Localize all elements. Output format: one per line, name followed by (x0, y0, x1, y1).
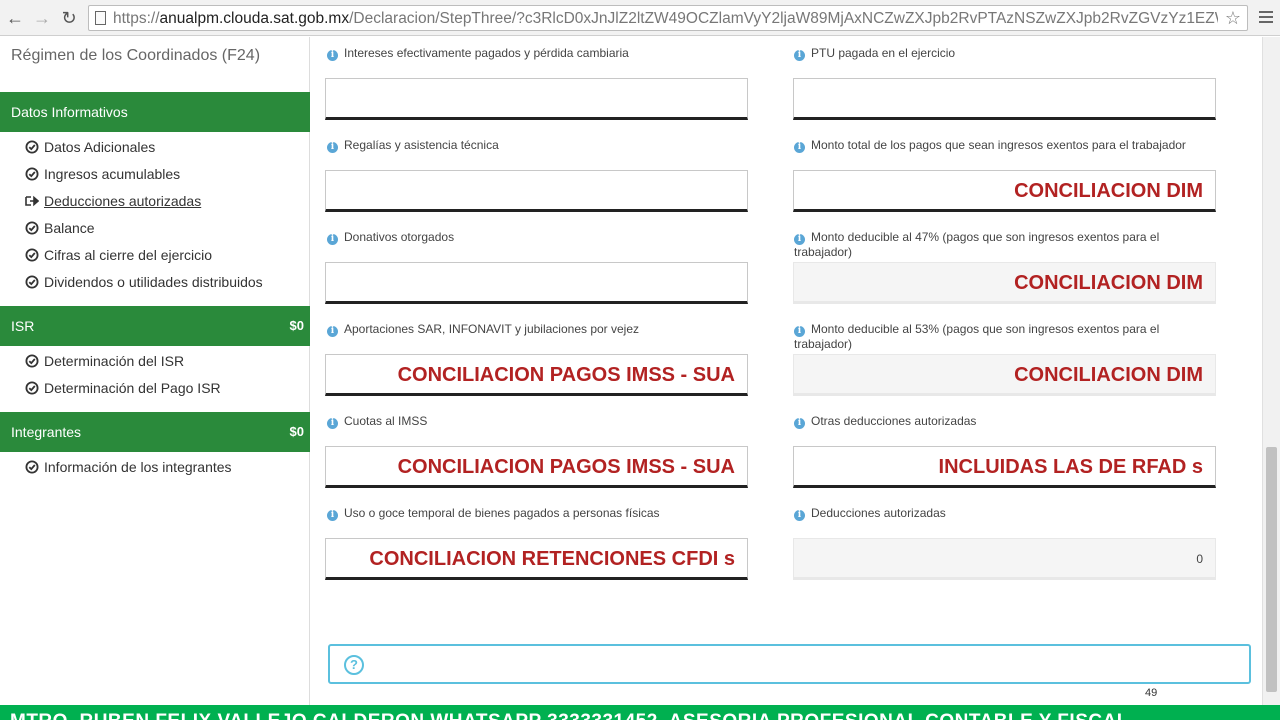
footer-banner: MTRO. RUBEN FELIX VALLEJO CALDERON WHATS… (0, 705, 1280, 720)
info-icon[interactable]: i (327, 326, 338, 337)
sidebar-item-label: Información de los integrantes (44, 459, 232, 475)
check-circle-icon (25, 275, 39, 289)
otras-deducciones-input[interactable]: INCLUIDAS LAS DE RFAD s (793, 446, 1216, 488)
help-panel: ? (328, 644, 1251, 684)
field-label: i Intereses efectivamente pagados y pérdi… (327, 46, 629, 61)
info-icon[interactable]: i (794, 50, 805, 61)
sidebar-item-label: Deducciones autorizadas (44, 193, 202, 209)
arrow-right-icon (25, 195, 39, 207)
info-icon[interactable]: i (794, 510, 805, 521)
sidebar-item-label: Dividendos o utilidades distribuidos (44, 274, 263, 290)
section-integrantes[interactable]: Integrantes $0 (0, 412, 310, 452)
info-icon[interactable]: i (327, 142, 338, 153)
info-icon[interactable]: i (794, 234, 805, 245)
banner-text: MTRO. RUBEN FELIX VALLEJO CALDERON WHATS… (10, 711, 1129, 720)
donativos-input[interactable] (325, 262, 748, 304)
info-icon[interactable]: i (794, 418, 805, 429)
uso-goce-bienes-input[interactable]: CONCILIACION RETENCIONES CFDI s (325, 538, 748, 580)
field-label: i Otras deducciones autorizadas (794, 414, 976, 429)
sidebar-item-determinacion-pago-isr[interactable]: Determinación del Pago ISR (25, 380, 221, 396)
field-label: i Cuotas al IMSS (327, 414, 427, 429)
aportaciones-sar-input[interactable]: CONCILIACION PAGOS IMSS - SUA (325, 354, 748, 396)
deducible-53-field: CONCILIACION DIM (793, 354, 1216, 396)
question-circle-icon[interactable]: ? (344, 655, 364, 675)
monto-total-exentos-input[interactable]: CONCILIACION DIM (793, 170, 1216, 212)
info-icon[interactable]: i (327, 234, 338, 245)
check-circle-icon (25, 140, 39, 154)
intereses-input[interactable] (325, 78, 748, 120)
regalias-input[interactable] (325, 170, 748, 212)
field-label: i Monto deducible al 47% (pagos que son i… (794, 230, 1160, 259)
url-scheme: https:// (113, 10, 160, 27)
sidebar-item-label: Datos Adicionales (44, 139, 156, 155)
deducible-47-field: CONCILIACION DIM (793, 262, 1216, 304)
check-circle-icon (25, 248, 39, 262)
vertical-scrollbar[interactable] (1262, 37, 1280, 705)
forward-arrow-icon[interactable]: → (31, 6, 53, 30)
section-label: ISR (11, 318, 35, 334)
ptu-input[interactable] (793, 78, 1216, 120)
page-number: 49 (1145, 687, 1158, 699)
sidebar-title: Régimen de los Coordinados (F24) (11, 47, 261, 64)
section-amount: $0 (289, 318, 304, 333)
section-datos-informativos[interactable]: Datos Informativos (0, 92, 310, 132)
url-text[interactable]: https://anualpm.clouda.sat.gob.mx/Declar… (113, 9, 1218, 29)
sidebar-item-label: Cifras al cierre del ejercicio (44, 247, 213, 263)
deducciones-autorizadas-total: 0 (793, 538, 1216, 580)
info-icon[interactable]: i (327, 50, 338, 61)
sidebar-item-datos-adicionales[interactable]: Datos Adicionales (25, 139, 155, 155)
browser-toolbar: ← → ↻ https://anualpm.clouda.sat.gob.mx/… (0, 0, 1280, 36)
info-icon[interactable]: i (794, 142, 805, 153)
sidebar-item-label: Balance (44, 220, 95, 236)
sidebar-item-cifras-cierre[interactable]: Cifras al cierre del ejercicio (25, 247, 212, 263)
field-label: i PTU pagada en el ejercicio (794, 46, 955, 61)
bookmark-star-icon[interactable]: ☆ (1225, 7, 1241, 29)
sidebar-item-balance[interactable]: Balance (25, 220, 95, 236)
sidebar-item-deducciones-autorizadas[interactable]: Deducciones autorizadas (25, 193, 201, 209)
check-circle-icon (25, 381, 39, 395)
url-path: /Declaracion/StepThree/?c3RlcD0xJnJlZ2lt… (349, 10, 1218, 27)
info-icon[interactable]: i (327, 510, 338, 521)
field-label: i Deducciones autorizadas (794, 506, 946, 521)
check-circle-icon (25, 354, 39, 368)
check-circle-icon (25, 221, 39, 235)
sidebar-item-ingresos-acumulables[interactable]: Ingresos acumulables (25, 166, 180, 182)
sidebar-item-label: Ingresos acumulables (44, 166, 181, 182)
sidebar-item-dividendos[interactable]: Dividendos o utilidades distribuidos (25, 274, 263, 290)
field-label: i Monto deducible al 53% (pagos que son i… (794, 322, 1160, 351)
page-icon (95, 11, 106, 25)
field-label: i Aportaciones SAR, INFONAVIT y jubilacio… (327, 322, 639, 337)
sidebar-item-informacion-integrantes[interactable]: Información de los integrantes (25, 459, 232, 475)
info-icon[interactable]: i (327, 418, 338, 429)
menu-icon[interactable] (1257, 8, 1275, 28)
check-circle-icon (25, 460, 39, 474)
sidebar-item-determinacion-isr[interactable]: Determinación del ISR (25, 353, 184, 369)
cuotas-imss-input[interactable]: CONCILIACION PAGOS IMSS - SUA (325, 446, 748, 488)
field-label: i Monto total de los pagos que sean ingre… (794, 138, 1186, 153)
field-label: i Donativos otorgados (327, 230, 454, 245)
field-label: i Regalías y asistencia técnica (327, 138, 499, 153)
field-label: i Uso o goce temporal de bienes pagados a… (327, 506, 660, 521)
url-host: anualpm.clouda.sat.gob.mx (159, 10, 350, 27)
section-isr[interactable]: ISR $0 (0, 306, 310, 346)
check-circle-icon (25, 167, 39, 181)
back-arrow-icon[interactable]: ← (4, 6, 26, 30)
sidebar: Régimen de los Coordinados (F24) Datos I… (0, 37, 310, 705)
deducciones-form: i Intereses efectivamente pagados y pérdi… (314, 37, 1262, 705)
reload-icon[interactable]: ↻ (58, 6, 80, 30)
info-icon[interactable]: i (794, 326, 805, 337)
sidebar-item-label: Determinación del Pago ISR (44, 380, 221, 396)
section-amount: $0 (289, 424, 304, 439)
section-label: Datos Informativos (11, 104, 128, 120)
section-label: Integrantes (11, 424, 82, 440)
scroll-thumb[interactable] (1266, 447, 1277, 692)
address-bar[interactable]: https://anualpm.clouda.sat.gob.mx/Declar… (88, 5, 1248, 31)
sidebar-item-label: Determinación del ISR (44, 353, 185, 369)
